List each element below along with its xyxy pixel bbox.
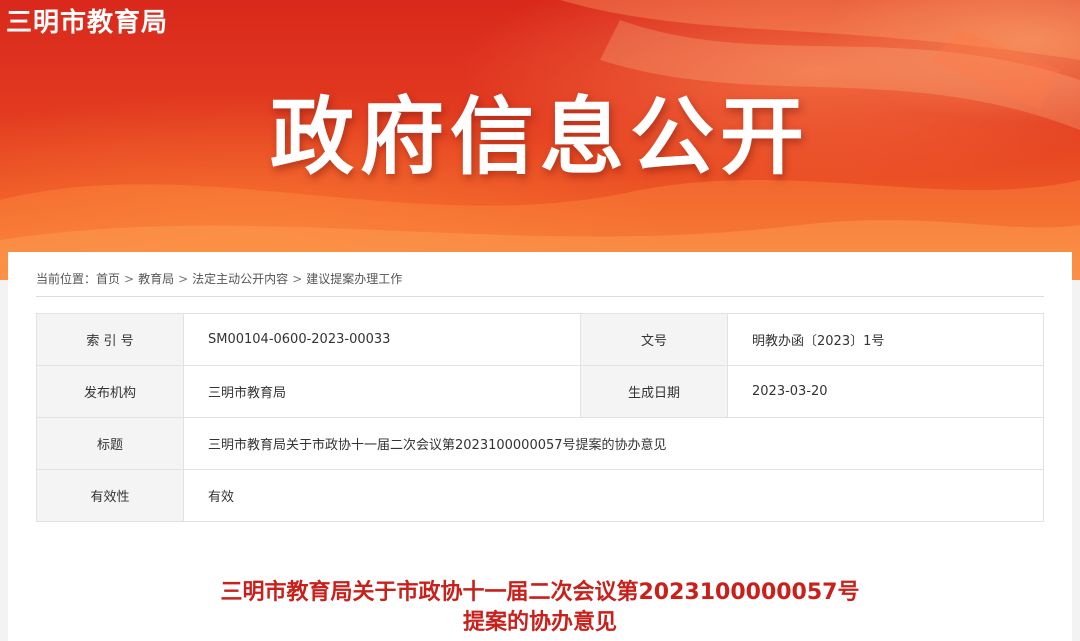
breadcrumb-item-proposals[interactable]: 建议提案办理工作 xyxy=(306,272,402,286)
table-row: 标题 三明市教育局关于市政协十一届二次会议第2023100000057号提案的协… xyxy=(36,417,1044,470)
validity-value: 有效 xyxy=(183,469,1044,522)
table-row: 索 引 号 SM00104-0600-2023-00033 文号 明教办函〔20… xyxy=(36,313,1044,366)
article-title: 三明市教育局关于市政协十一届二次会议第2023100000057号 提案的协办意… xyxy=(8,578,1072,638)
breadcrumb-separator: > xyxy=(178,272,189,286)
breadcrumb-item-home[interactable]: 首页 xyxy=(96,272,120,286)
site-name[interactable]: 三明市教育局 xyxy=(6,2,168,39)
content-panel: 当前位置：首页 > 教育局 > 法定主动公开内容 > 建议提案办理工作 索 引 号 SM00… xyxy=(8,252,1072,641)
article-title-line1: 三明市教育局关于市政协十一届二次会议第2023100000057号 xyxy=(220,580,860,605)
breadcrumb-divider xyxy=(36,296,1044,297)
breadcrumb-item-bureau[interactable]: 教育局 xyxy=(138,272,174,286)
metadata-table: 索 引 号 SM00104-0600-2023-00033 文号 明教办函〔20… xyxy=(36,313,1044,522)
breadcrumb: 当前位置：首页 > 教育局 > 法定主动公开内容 > 建议提案办理工作 xyxy=(36,270,402,287)
title-value: 三明市教育局关于市政协十一届二次会议第2023100000057号提案的协办意见 xyxy=(183,417,1044,470)
table-row: 有效性 有效 xyxy=(36,469,1044,522)
banner-title: 政府信息公开 xyxy=(269,88,810,186)
doc-number-label: 文号 xyxy=(580,313,728,366)
table-row: 发布机构 三明市教育局 生成日期 2023-03-20 xyxy=(36,365,1044,418)
validity-label: 有效性 xyxy=(36,469,184,522)
date-label: 生成日期 xyxy=(580,365,728,418)
index-value: SM00104-0600-2023-00033 xyxy=(183,313,581,366)
publisher-value: 三明市教育局 xyxy=(183,365,581,418)
article-title-line2: 提案的协办意见 xyxy=(462,610,617,635)
breadcrumb-separator: > xyxy=(124,272,135,286)
breadcrumb-separator: > xyxy=(292,272,303,286)
title-label: 标题 xyxy=(36,417,184,470)
breadcrumb-prefix: 当前位置： xyxy=(36,272,97,286)
breadcrumb-item-disclosure[interactable]: 法定主动公开内容 xyxy=(192,272,288,286)
index-label: 索 引 号 xyxy=(36,313,184,366)
publisher-label: 发布机构 xyxy=(36,365,184,418)
header-banner: 三明市教育局 政府信息公开 xyxy=(0,0,1080,280)
doc-number-value: 明教办函〔2023〕1号 xyxy=(727,313,1044,366)
date-value: 2023-03-20 xyxy=(727,365,1044,418)
